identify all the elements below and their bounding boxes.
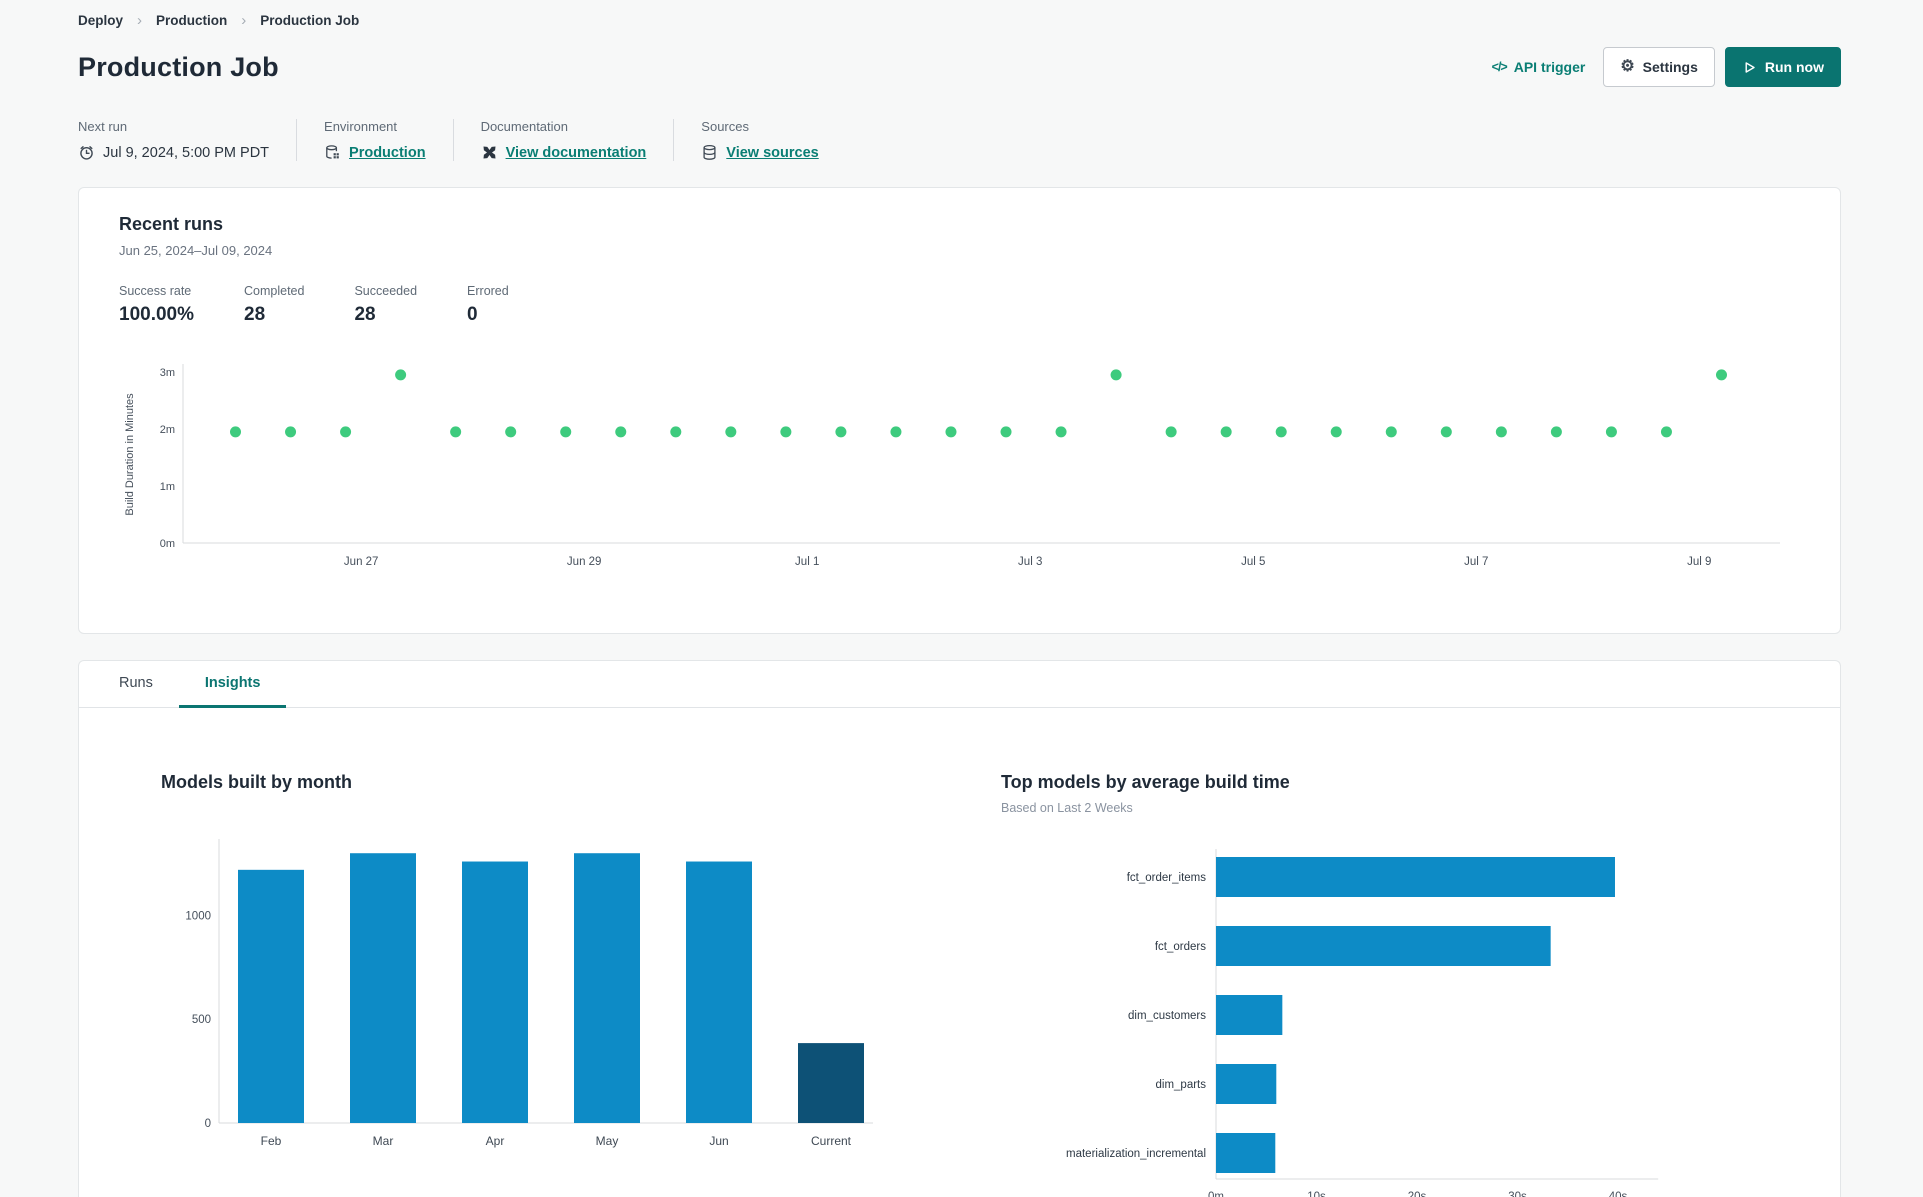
stat-value: 0 <box>467 304 478 325</box>
sources-block: Sources View sources <box>673 119 845 161</box>
view-documentation-link[interactable]: View documentation <box>506 145 647 161</box>
tab-insights[interactable]: Insights <box>178 661 287 708</box>
tab-runs[interactable]: Runs <box>93 661 179 708</box>
page-title: Production Job <box>78 51 279 82</box>
stat-label: Completed <box>244 284 305 298</box>
stat-value: 100.00% <box>119 304 195 325</box>
models-by-month-chart: 0 500 1000 Feb Mar Apr May Jun Current <box>161 831 921 1166</box>
documentation-block: Documentation View documentation <box>452 119 674 161</box>
gear-icon: ⚙ <box>1620 58 1635 75</box>
insights-panel: Models built by month 0 500 1000 Feb Mar Apr M… <box>79 708 1840 1197</box>
stat-errored: Errored 0 <box>467 284 509 326</box>
api-trigger-link[interactable]: </> API trigger <box>1492 59 1586 75</box>
api-trigger-label: API trigger <box>1513 59 1586 75</box>
breadcrumb-item-production-job: Production Job <box>260 13 360 28</box>
stat-label: Success rate <box>119 284 192 298</box>
build-duration-scatter-svg: Build Duration in Minutes 0m 1m 2m 3m Jun 27 J… <box>124 364 1780 568</box>
svg-text:1000: 1000 <box>185 910 211 922</box>
svg-text:Build Duration in Minutes: Build Duration in Minutes <box>124 393 136 516</box>
stat-success-rate: Success rate 100.00% <box>119 284 194 326</box>
sources-label: Sources <box>701 119 749 134</box>
database-grid-icon <box>326 145 339 159</box>
run-now-button[interactable]: Run now <box>1724 47 1841 87</box>
svg-text:Jul 7: Jul 7 <box>1464 556 1488 568</box>
chevron-right-icon: › <box>137 12 143 29</box>
stat-completed: Completed 28 <box>244 284 304 326</box>
top-models-chart: fct_order_items fct_orders dim_customersdi… <box>1001 841 1691 1197</box>
page-header: Production Job </> API trigger ⚙ Setting… <box>78 47 1841 87</box>
stats-row: Success rate 100.00% Completed 28 Succeeded 2… <box>119 284 1800 326</box>
build-duration-chart: Build Duration in Minutes 0m 1m 2m 3m Jun 27 J… <box>119 352 1800 595</box>
svg-text:40s: 40s <box>1609 1191 1628 1197</box>
stat-succeeded: Succeeded 28 <box>354 284 417 326</box>
svg-text:Current: Current <box>811 1134 852 1148</box>
dbt-logo-icon <box>483 146 496 159</box>
svg-text:Jul 9: Jul 9 <box>1687 556 1711 568</box>
svg-text:1m: 1m <box>160 481 175 493</box>
header-actions: </> API trigger ⚙ Settings Run now <box>1492 47 1841 87</box>
models-by-month-bar-svg: 0 500 1000 Feb Mar Apr May Jun Current <box>185 839 873 1148</box>
job-detail-tabs-card: Runs Insights Models built by month 0 500 1… <box>78 660 1841 1197</box>
play-icon <box>1745 61 1755 73</box>
chevron-right-icon: › <box>241 12 247 29</box>
svg-text:Jul 3: Jul 3 <box>1018 556 1042 568</box>
svg-text:Apr: Apr <box>486 1134 505 1148</box>
database-icon <box>703 144 716 160</box>
breadcrumb-item-production[interactable]: Production <box>156 13 227 28</box>
recent-runs-title: Recent runs <box>119 214 224 234</box>
production-job-page: Deploy › Production › Production Job Product… <box>0 0 1923 1197</box>
svg-text:Jun 29: Jun 29 <box>567 556 602 568</box>
stat-value: 28 <box>354 304 376 325</box>
tab-bar: Runs Insights <box>79 661 1840 708</box>
documentation-label: Documentation <box>480 119 569 134</box>
top-models-title: Top models by average build time <box>1001 772 1290 792</box>
run-now-label: Run now <box>1764 59 1824 75</box>
svg-text:Jul 1: Jul 1 <box>795 556 819 568</box>
svg-text:0m: 0m <box>160 538 175 550</box>
svg-text:Mar: Mar <box>373 1134 394 1148</box>
next-run-label: Next run <box>78 119 128 134</box>
svg-text:dim_parts: dim_parts <box>1156 1079 1207 1091</box>
svg-text:Jun: Jun <box>709 1134 728 1148</box>
svg-text:3m: 3m <box>160 367 175 379</box>
stat-value: 28 <box>244 304 266 325</box>
breadcrumb: Deploy › Production › Production Job <box>78 8 1841 29</box>
stat-label: Errored <box>467 284 509 298</box>
svg-text:0m: 0m <box>1208 1191 1224 1197</box>
top-models-block: Top models by average build time Based o… <box>1001 772 1691 1197</box>
svg-text:Feb: Feb <box>261 1134 282 1148</box>
environment-block: Environment Production <box>296 119 453 161</box>
next-run-block: Next run Jul 9, 2024, 5:00 PM PDT <box>78 119 296 161</box>
settings-label: Settings <box>1642 59 1698 75</box>
svg-text:500: 500 <box>192 1014 211 1026</box>
svg-text:fct_order_items: fct_order_items <box>1127 872 1207 884</box>
svg-text:Jul 5: Jul 5 <box>1241 556 1265 568</box>
models-built-by-month-block: Models built by month 0 500 1000 Feb Mar Apr M… <box>161 772 921 1197</box>
top-models-hbar-svg: fct_order_items fct_orders dim_customersdi… <box>1066 849 1659 1197</box>
svg-text:dim_customers: dim_customers <box>1128 1010 1206 1022</box>
models-by-month-title: Models built by month <box>161 772 352 792</box>
top-models-subtitle: Based on Last 2 Weeks <box>1001 801 1133 815</box>
environment-label: Environment <box>324 119 398 134</box>
stat-label: Succeeded <box>354 284 418 298</box>
svg-text:May: May <box>596 1134 619 1148</box>
svg-text:30s: 30s <box>1508 1191 1527 1197</box>
svg-text:fct_orders: fct_orders <box>1155 941 1206 953</box>
svg-text:0: 0 <box>205 1118 211 1130</box>
svg-text:materialization_incremental: materialization_incremental <box>1066 1148 1206 1160</box>
recent-runs-date-range: Jun 25, 2024–Jul 09, 2024 <box>119 243 273 258</box>
clock-icon <box>80 146 93 160</box>
breadcrumb-item-deploy[interactable]: Deploy <box>78 13 123 28</box>
environment-link[interactable]: Production <box>349 145 426 161</box>
svg-text:Jun 27: Jun 27 <box>344 556 379 568</box>
svg-text:10s: 10s <box>1307 1191 1326 1197</box>
code-icon: </> <box>1491 60 1508 74</box>
view-sources-link[interactable]: View sources <box>726 145 818 161</box>
svg-text:2m: 2m <box>160 424 175 436</box>
job-info-row: Next run Jul 9, 2024, 5:00 PM PDT Enviro… <box>78 119 1841 161</box>
recent-runs-card: Recent runs Jun 25, 2024–Jul 09, 2024 Su… <box>78 187 1841 634</box>
settings-button[interactable]: ⚙ Settings <box>1603 47 1715 87</box>
svg-text:20s: 20s <box>1408 1191 1427 1197</box>
next-run-value: Jul 9, 2024, 5:00 PM PDT <box>103 144 270 161</box>
